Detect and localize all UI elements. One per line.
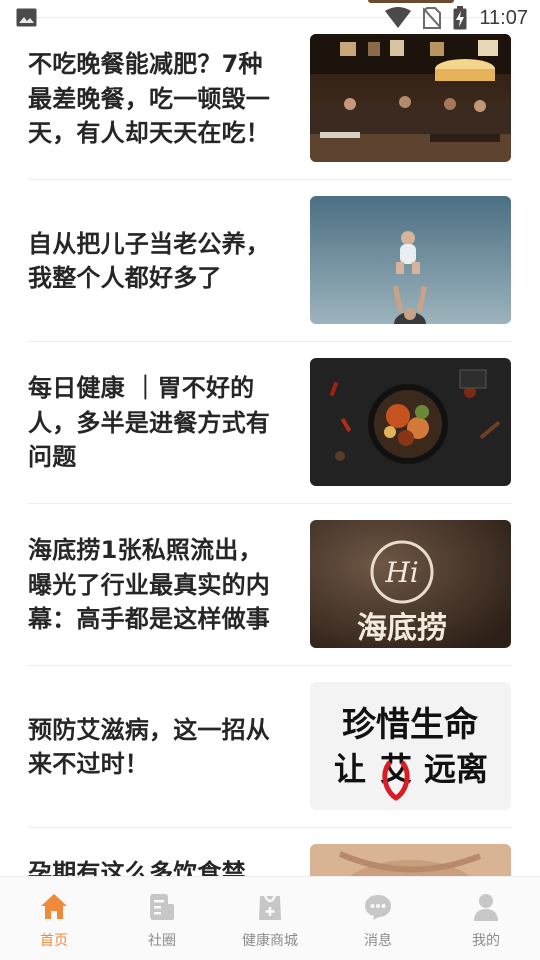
article-title: 每日健康 ｜胃不好的 人，多半是进餐方式有 问题 bbox=[28, 342, 280, 504]
poster-line2c-text: 远离 bbox=[424, 750, 488, 788]
article-title: 孕期有这么多饮食禁 bbox=[28, 828, 280, 876]
haidilao-hi-text: Hi bbox=[384, 556, 418, 589]
community-icon bbox=[150, 894, 174, 920]
message-icon bbox=[365, 895, 391, 920]
article-feed[interactable]: 不吃晚餐能减肥？7种 最差晚餐，吃一顿毁一 天，有人却天天在吃！ 自从把儿子当老… bbox=[0, 0, 540, 876]
gallery-icon bbox=[16, 8, 37, 27]
article-title: 预防艾滋病，这一招从 来不过时！ bbox=[28, 666, 280, 828]
title-line: 不吃晚餐能减肥？7种 bbox=[28, 50, 263, 79]
article-card[interactable]: 海底捞1张私照流出， 曝光了行业最真实的内 幕：高手都是这样做事 Hi 海底捞 bbox=[28, 504, 512, 666]
article-thumbnail-food bbox=[310, 358, 511, 486]
article-title: 不吃晚餐能减肥？7种 最差晚餐，吃一顿毁一 天，有人却天天在吃！ bbox=[28, 18, 280, 180]
clock-time: 11:07 bbox=[479, 6, 528, 29]
article-thumbnail-haidilao: Hi 海底捞 bbox=[310, 520, 511, 648]
tab-label: 首页 bbox=[40, 933, 68, 949]
title-line: 人，多半是进餐方式有 bbox=[28, 408, 270, 437]
article-thumbnail-child bbox=[310, 196, 511, 324]
article-title: 海底捞1张私照流出， 曝光了行业最真实的内 幕：高手都是这样做事 bbox=[28, 504, 280, 666]
article-card[interactable]: 预防艾滋病，这一招从 来不过时！ 珍惜生命 让 艾 远离 bbox=[28, 666, 512, 828]
profile-icon bbox=[474, 894, 498, 921]
poster-line2a-text: 让 bbox=[334, 750, 366, 788]
tab-health-mall[interactable]: 健康商城 bbox=[216, 877, 324, 960]
status-bar: 11:07 bbox=[0, 0, 540, 36]
wifi-icon bbox=[385, 7, 412, 28]
title-line: 预防艾滋病，这一招从 bbox=[28, 715, 270, 744]
article-title: 自从把儿子当老公养， 我整个人都好多了 bbox=[28, 180, 280, 342]
title-line: 来不过时！ bbox=[28, 750, 149, 778]
article-card[interactable]: 孕期有这么多饮食禁 bbox=[28, 828, 512, 876]
tab-profile[interactable]: 我的 bbox=[432, 877, 540, 960]
poster-line1-text: 珍惜生命 bbox=[342, 705, 478, 745]
title-line: 问题 bbox=[28, 443, 77, 472]
shop-bag-icon bbox=[259, 895, 281, 920]
bottom-tab-bar: 首页 社圈 健康商城 消息 我的 bbox=[0, 876, 540, 960]
haidilao-brand-text: 海底捞 bbox=[357, 611, 447, 646]
title-line: 孕期有这么多饮食禁 bbox=[28, 859, 246, 876]
tab-label: 我的 bbox=[472, 933, 500, 949]
article-card[interactable]: 每日健康 ｜胃不好的 人，多半是进餐方式有 问题 bbox=[28, 342, 512, 504]
home-icon bbox=[41, 894, 67, 919]
tab-label: 健康商城 bbox=[242, 933, 298, 949]
title-line: 自从把儿子当老公养， bbox=[28, 229, 270, 258]
article-thumbnail-restaurant bbox=[310, 34, 511, 162]
article-card[interactable]: 不吃晚餐能减肥？7种 最差晚餐，吃一顿毁一 天，有人却天天在吃！ bbox=[28, 18, 512, 180]
tab-messages[interactable]: 消息 bbox=[324, 877, 432, 960]
title-line: 曝光了行业最真实的内 bbox=[28, 570, 270, 599]
title-line: 每日健康 ｜胃不好的 bbox=[28, 374, 255, 403]
title-line: 最差晚餐，吃一顿毁一 bbox=[28, 84, 270, 113]
battery-charging-icon bbox=[453, 6, 467, 30]
article-card[interactable]: 自从把儿子当老公养， 我整个人都好多了 bbox=[28, 180, 512, 342]
no-sim-icon bbox=[423, 7, 442, 29]
article-thumbnail-aids-poster: 珍惜生命 让 艾 远离 bbox=[310, 682, 511, 810]
title-line: 幕：高手都是这样做事 bbox=[28, 605, 270, 634]
tab-label: 消息 bbox=[364, 933, 392, 949]
article-thumbnail-pregnancy bbox=[310, 844, 511, 876]
tab-home[interactable]: 首页 bbox=[0, 877, 108, 960]
tab-label: 社圈 bbox=[148, 933, 176, 949]
title-line: 海底捞1张私照流出， bbox=[28, 536, 263, 565]
title-line: 天，有人却天天在吃！ bbox=[28, 119, 270, 148]
tab-community[interactable]: 社圈 bbox=[108, 877, 216, 960]
title-line: 我整个人都好多了 bbox=[28, 264, 222, 292]
